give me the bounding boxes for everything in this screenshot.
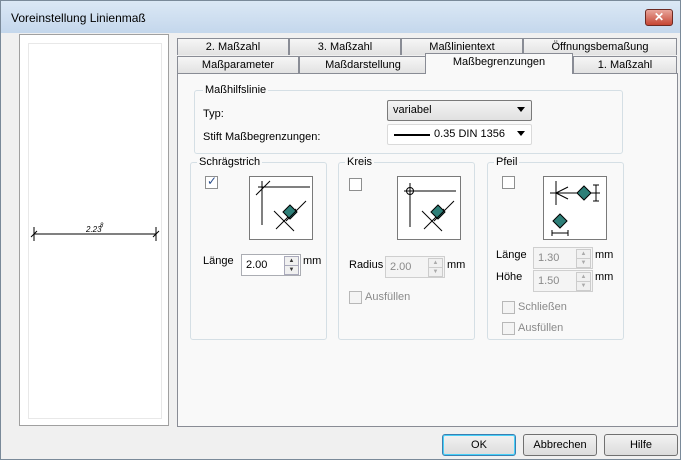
group-title-kreis: Kreis [345,156,375,168]
arrow-diagram-icon [550,181,600,236]
tab-1-masszahl[interactable]: 1. Maßzahl [573,56,677,73]
schraegstrich-laenge-value: 2.00 [246,259,268,271]
pfeil-illustration [543,176,607,240]
cancel-button[interactable]: Abbrechen [523,434,597,456]
pfeil-hoehe-unit: mm [595,271,614,283]
chevron-down-icon [517,107,525,112]
pfeil-hoehe-value: 1.50 [538,275,560,287]
group-pfeil: Pfeil Länge 1.30 ▲ ▼ mm Höhe 1.50 ▲ ▼ mm… [487,156,624,340]
typ-label: Typ: [203,108,224,120]
schraegstrich-laenge-spinner[interactable]: 2.00 ▲ ▼ [241,254,301,276]
dimension-preview: 2.23 8 [30,223,160,241]
circle-diagram-icon [404,183,456,232]
typ-select-value: variabel [393,104,432,116]
tab-panel: Maßhilfslinie Typ: variabel Stift Maßbeg… [177,73,678,427]
schraegstrich-illustration [249,176,313,240]
schraegstrich-laenge-label: Länge [203,255,234,267]
group-title-pfeil: Pfeil [494,156,520,168]
kreis-ausfuellen-checkbox[interactable] [349,291,362,304]
schraegstrich-unit: mm [303,255,322,267]
tab-massbegrenzungen[interactable]: Maßbegrenzungen [425,53,573,74]
kreis-radius-label: Radius [349,259,384,271]
group-schraegstrich: Schrägstrich ✓ Länge 2.00 ▲ ▼ mm [190,156,327,340]
slash-diagram-icon [255,180,310,232]
pfeil-laenge-label: Länge [496,249,527,261]
dimension-superscript: 8 [100,223,104,229]
dialog-window: Voreinstellung Linienmaß ✕ 2.23 8 2. Maß… [0,0,681,460]
ok-button[interactable]: OK [442,434,516,456]
pfeil-hoehe-spinner[interactable]: 1.50 ▲ ▼ [533,270,593,292]
kreis-radius-spinner[interactable]: 2.00 ▲ ▼ [385,256,445,278]
chevron-down-icon [517,131,525,136]
kreis-illustration [397,176,461,240]
group-title-masshilfslinie: Maßhilfslinie [203,84,269,96]
pfeil-checkbox[interactable] [502,176,515,189]
group-kreis: Kreis Radius 2.00 ▲ ▼ mm Ausfüllen [338,156,475,340]
tab-2-masszahl[interactable]: 2. Maßzahl [177,38,289,55]
spin-down-icon[interactable]: ▼ [576,281,591,291]
pfeil-laenge-spinner[interactable]: 1.30 ▲ ▼ [533,247,593,269]
close-icon[interactable]: ✕ [645,9,673,26]
pfeil-hoehe-label: Höhe [496,271,523,283]
pfeil-schliessen-label: Schließen [518,301,567,313]
pfeil-laenge-value: 1.30 [538,252,560,264]
kreis-ausfuellen-label: Ausfüllen [365,291,411,303]
schraegstrich-checkbox[interactable]: ✓ [205,174,218,189]
spin-down-icon[interactable]: ▼ [428,267,443,277]
tab-3-masszahl[interactable]: 3. Maßzahl [289,38,401,55]
group-masshilfslinie: Maßhilfslinie Typ: variabel Stift Maßbeg… [194,84,623,154]
pfeil-ausfuellen-checkbox[interactable] [502,322,515,335]
title-bar: Voreinstellung Linienmaß ✕ [1,1,680,33]
stift-select-value: 0.35 DIN 1356 [434,128,505,140]
spin-down-icon[interactable]: ▼ [576,258,591,268]
pen-line-icon [394,134,430,136]
pfeil-laenge-unit: mm [595,249,614,261]
stift-label: Stift Maßbegrenzungen: [203,131,321,143]
kreis-unit: mm [447,259,466,271]
tab-massdarstellung[interactable]: Maßdarstellung [299,56,427,73]
window-title: Voreinstellung Linienmaß [11,11,146,25]
preview-pane: 2.23 8 [19,34,169,426]
pfeil-schliessen-checkbox[interactable] [502,301,515,314]
typ-select[interactable]: variabel [387,100,532,121]
kreis-checkbox[interactable] [349,178,362,191]
pfeil-ausfuellen-label: Ausfüllen [518,322,564,334]
kreis-radius-value: 2.00 [390,261,412,273]
group-title-schraegstrich: Schrägstrich [197,156,263,168]
spin-down-icon[interactable]: ▼ [284,265,299,275]
help-button[interactable]: Hilfe [604,434,678,456]
stift-select[interactable]: 0.35 DIN 1356 [387,124,532,145]
tab-massparameter[interactable]: Maßparameter [177,56,299,73]
